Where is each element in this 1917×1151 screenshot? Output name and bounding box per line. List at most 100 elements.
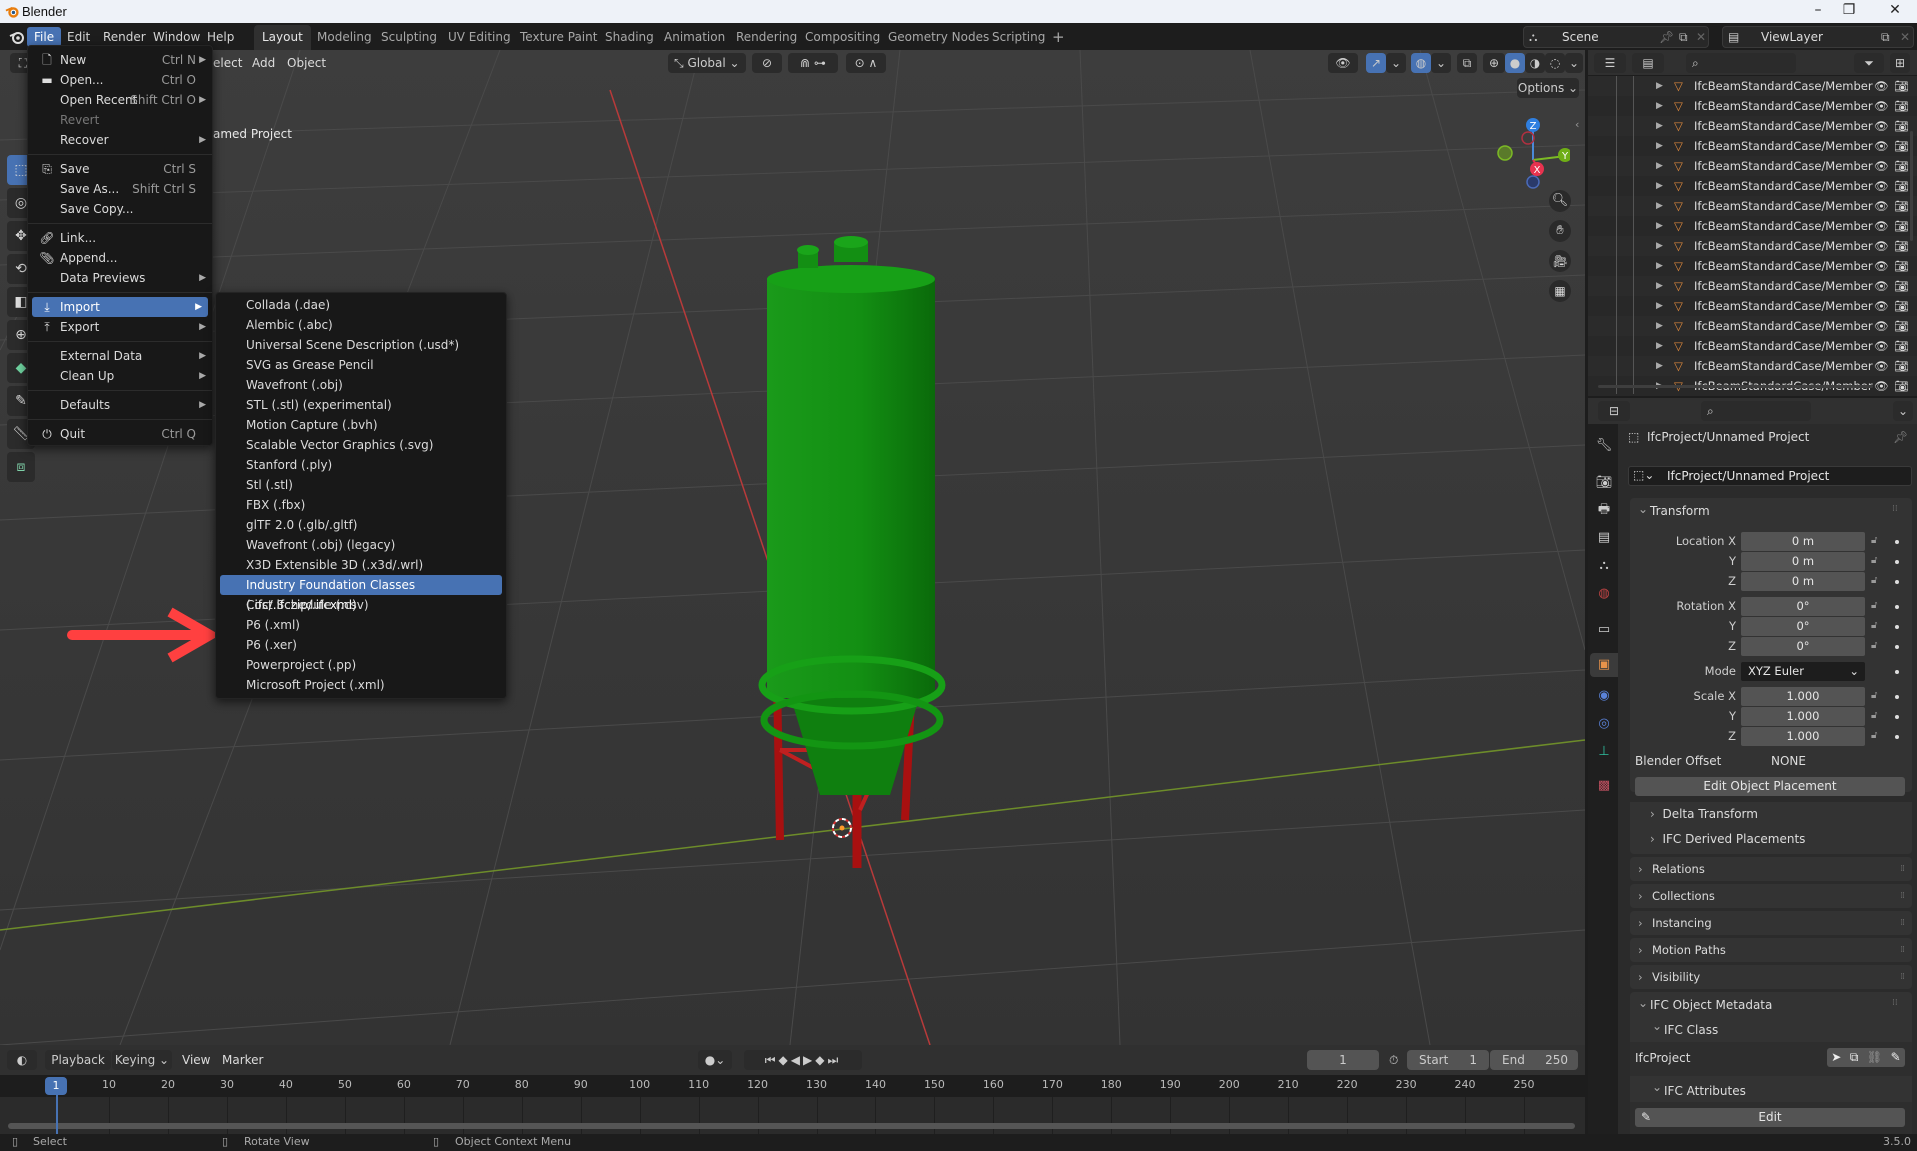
import-item-p6-xer[interactable]: P6 (.xer): [216, 635, 506, 655]
auto-keying-toggle[interactable]: ●⌄: [698, 1050, 732, 1070]
rendered-shading-button[interactable]: ◌: [1545, 53, 1565, 73]
rotation-x-field[interactable]: 0°: [1741, 597, 1865, 616]
eye-icon[interactable]: 👁︎: [1874, 156, 1889, 176]
perspective-toggle-icon[interactable]: ▦: [1549, 280, 1571, 302]
menu-item-save[interactable]: ⎘ Save Ctrl S: [28, 159, 212, 179]
import-item-alembic[interactable]: Alembic (.abc): [216, 315, 506, 335]
outliner-row[interactable]: ▶ ▽ IfcBeamStandardCase/Member👁︎📷︎: [1588, 196, 1917, 216]
expand-arrow-icon[interactable]: ▶: [1656, 196, 1663, 216]
pin-icon[interactable]: 📌︎: [1659, 27, 1674, 47]
pivot-point-dropdown[interactable]: ⊘: [752, 53, 782, 73]
tab-compositing[interactable]: Compositing: [797, 25, 888, 50]
transform-orientation-dropdown[interactable]: ⤡ Global ⌄: [668, 53, 746, 73]
stopwatch-icon[interactable]: ⏱︎: [1389, 1053, 1398, 1068]
keyframe-dot-icon[interactable]: [1895, 735, 1899, 739]
overlays-toggle[interactable]: ◍: [1411, 53, 1431, 73]
properties-search-input[interactable]: ⌕: [1701, 401, 1811, 421]
lock-icon[interactable]: 🔓︎: [1871, 535, 1877, 546]
maximize-button[interactable]: ❐: [1839, 2, 1859, 18]
object-name-field[interactable]: ⬚⌄ IfcProject/Unnamed Project: [1628, 466, 1912, 486]
menu-item-new[interactable]: 🗋 New Ctrl N ▶: [28, 50, 212, 70]
view-layer-tab-icon[interactable]: ▤: [1592, 526, 1616, 550]
lock-icon[interactable]: 🔓︎: [1871, 555, 1877, 566]
import-item-wavefront-obj[interactable]: Wavefront (.obj): [216, 375, 506, 395]
outliner-row[interactable]: ▶ ▽ IfcBeamStandardCase/Member👁︎📷︎: [1588, 96, 1917, 116]
lock-icon[interactable]: 🔓︎: [1871, 600, 1877, 611]
frame-start-field[interactable]: Start 1: [1407, 1050, 1489, 1070]
outliner-row[interactable]: ▶ ▽ IfcBeamStandardCase/Member👁︎📷︎: [1588, 156, 1917, 176]
outliner-row[interactable]: ▶ ▽ IfcBeamStandardCase/Member👁︎📷︎: [1588, 216, 1917, 236]
gizmo-dropdown[interactable]: ⌄: [1386, 53, 1406, 73]
menu-item-export[interactable]: ⤒ Export ▶: [28, 317, 212, 337]
expand-arrow-icon[interactable]: ▶: [1656, 316, 1663, 336]
menu-window[interactable]: Window: [146, 27, 207, 47]
prev-keyframe-icon[interactable]: ◆: [779, 1053, 791, 1067]
eye-icon[interactable]: 👁︎: [1874, 136, 1889, 156]
eye-icon[interactable]: 👁︎: [1874, 116, 1889, 136]
camera-render-icon[interactable]: 📷︎: [1894, 256, 1909, 276]
outliner-row[interactable]: ▶ ▽ IfcBeamStandardCase/Member👁︎📷︎: [1588, 296, 1917, 316]
import-item-p6-xml[interactable]: P6 (.xml): [216, 615, 506, 635]
expand-arrow-icon[interactable]: ▶: [1656, 276, 1663, 296]
frame-end-field[interactable]: End 250: [1490, 1050, 1578, 1070]
outliner-editor-type-button[interactable]: ☰: [1594, 53, 1626, 73]
eye-icon[interactable]: 👁︎: [1874, 96, 1889, 116]
edit-pencil-icon[interactable]: ✎: [1891, 1048, 1901, 1067]
visibility-dropdown[interactable]: 👁︎: [1328, 53, 1358, 73]
solid-shading-button[interactable]: ●: [1505, 53, 1525, 73]
xray-toggle[interactable]: ⧉: [1457, 53, 1477, 73]
menu-item-open-recent[interactable]: Open Recent Shift Ctrl O ▶: [28, 90, 212, 110]
eye-icon[interactable]: 👁︎: [1874, 336, 1889, 356]
outliner-row[interactable]: ▶ ▽ IfcBeamStandardCase/Member👁︎📷︎: [1588, 356, 1917, 376]
eye-icon[interactable]: 👁︎: [1874, 216, 1889, 236]
eye-icon[interactable]: 👁︎: [1874, 256, 1889, 276]
jump-end-icon[interactable]: ⏭: [827, 1053, 841, 1067]
shading-dropdown[interactable]: ⌄: [1565, 53, 1583, 73]
edit-object-placement-button[interactable]: Edit Object Placement: [1635, 777, 1905, 796]
gizmo-toggle[interactable]: ↗: [1366, 53, 1386, 73]
outliner-row[interactable]: ▶ ▽ IfcBeamStandardCase/Member👁︎📷︎: [1588, 276, 1917, 296]
expand-arrow-icon[interactable]: ▶: [1656, 336, 1663, 356]
keyframe-dot-icon[interactable]: [1895, 625, 1899, 629]
tab-modeling[interactable]: Modeling: [309, 25, 380, 50]
drag-handle-icon[interactable]: ⁞⁞: [1892, 504, 1898, 514]
expand-arrow-icon[interactable]: ▶: [1656, 236, 1663, 256]
add-workspace-button[interactable]: +: [1044, 25, 1073, 50]
import-item-x3d[interactable]: X3D Extensible 3D (.x3d/.wrl): [216, 555, 506, 575]
import-item-bvh[interactable]: Motion Capture (.bvh): [216, 415, 506, 435]
eye-icon[interactable]: 👁︎: [1874, 176, 1889, 196]
play-icon[interactable]: ▶: [803, 1053, 815, 1067]
object-tab-icon[interactable]: ▣: [1590, 653, 1618, 677]
outliner-row[interactable]: ▶ ▽ IfcBeamStandardCase/Member👁︎📷︎: [1588, 76, 1917, 96]
sidebar-toggle-icon[interactable]: ‹: [1575, 118, 1579, 131]
camera-render-icon[interactable]: 📷︎: [1894, 376, 1909, 396]
menu-render[interactable]: Render: [96, 27, 153, 47]
menu-item-link[interactable]: 🔗︎ Link...: [28, 228, 212, 248]
select-cursor-icon[interactable]: ➤: [1831, 1048, 1841, 1067]
panel-motion-paths[interactable]: › Motion Paths ⁞⁞: [1630, 938, 1912, 962]
import-item-stl-experimental[interactable]: STL (.stl) (experimental): [216, 395, 506, 415]
timeline-view-menu[interactable]: View: [182, 1050, 210, 1070]
tab-layout[interactable]: Layout: [254, 25, 311, 50]
ifc-attributes-subpanel[interactable]: IFC Attributes: [1664, 1084, 1746, 1098]
location-z-field[interactable]: 0 m: [1741, 572, 1865, 591]
outliner-row[interactable]: ▶ ▽ IfcBeamStandardCase/Member👁︎📷︎: [1588, 236, 1917, 256]
delete-scene-icon[interactable]: ✕: [1696, 27, 1706, 47]
panel-instancing[interactable]: › Instancing ⁞⁞: [1630, 911, 1912, 935]
camera-view-icon[interactable]: 🎥︎: [1549, 250, 1571, 272]
lock-icon[interactable]: 🔓︎: [1871, 730, 1877, 741]
import-item-ifc[interactable]: Industry Foundation Classes (.ifc/.ifczi…: [220, 575, 502, 612]
panel-visibility[interactable]: › Visibility ⁞⁞: [1630, 965, 1912, 989]
scale-x-field[interactable]: 1.000: [1741, 687, 1865, 706]
camera-render-icon[interactable]: 📷︎: [1894, 316, 1909, 336]
rotation-mode-dropdown[interactable]: XYZ Euler ⌄: [1741, 662, 1865, 681]
tab-geometry-nodes[interactable]: Geometry Nodes: [880, 25, 997, 50]
menu-select[interactable]: elect: [213, 53, 242, 73]
chevron-down-icon[interactable]: ⌄: [1652, 1019, 1662, 1033]
eye-icon[interactable]: 👁︎: [1874, 76, 1889, 96]
import-item-powerproject[interactable]: Powerproject (.pp): [216, 655, 506, 675]
location-y-field[interactable]: 0 m: [1741, 552, 1865, 571]
rotation-z-field[interactable]: 0°: [1741, 637, 1865, 656]
panel-relations[interactable]: › Relations ⁞⁞: [1630, 857, 1912, 881]
snapping-toggle[interactable]: ⋒ ⊶: [788, 53, 838, 73]
